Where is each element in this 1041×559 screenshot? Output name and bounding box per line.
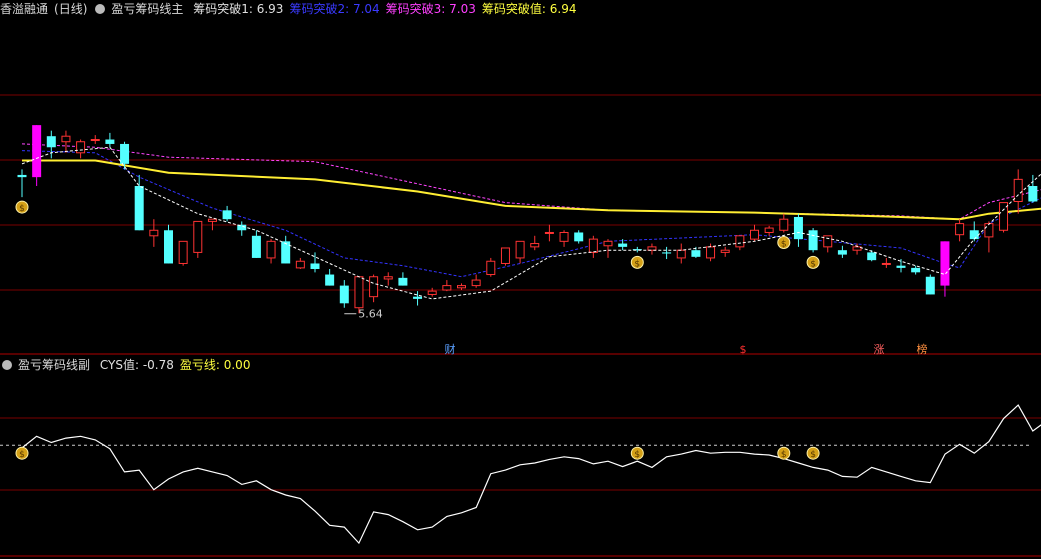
candle-body xyxy=(706,246,716,259)
candle-body xyxy=(266,240,276,259)
coin-icon-glyph: $ xyxy=(810,450,816,460)
candle-body xyxy=(823,235,833,248)
event-marker: 榜 xyxy=(917,342,928,356)
candle-body xyxy=(530,243,540,248)
candle-body xyxy=(471,279,481,287)
yellow-ma-line xyxy=(22,159,1041,221)
candle-body xyxy=(105,139,115,144)
event-marker: $ xyxy=(740,343,747,356)
candle-body xyxy=(427,290,437,295)
candle-body xyxy=(793,216,803,240)
candle-body xyxy=(339,285,349,304)
candle-body xyxy=(90,139,100,142)
candle-body xyxy=(515,240,525,259)
candle-body xyxy=(779,218,789,231)
blue-ma-line xyxy=(21,150,1041,278)
coin-icon-glyph: $ xyxy=(634,450,640,460)
candle-body xyxy=(676,249,686,259)
candle-body xyxy=(17,174,27,178)
candle-body xyxy=(164,230,173,264)
white-ma-line xyxy=(21,146,1041,300)
candle-body xyxy=(647,246,657,251)
chart-canvas: $$$$8.055.64财$涨榜$$$$ xyxy=(0,94,1041,557)
candle-body xyxy=(193,220,203,253)
candle-body xyxy=(764,227,774,233)
candle-body xyxy=(618,243,628,247)
event-marker: 涨 xyxy=(874,343,885,356)
candle-body xyxy=(925,276,935,295)
candle-body xyxy=(837,250,847,255)
candle-body xyxy=(442,285,452,291)
coin-icon-glyph: $ xyxy=(781,450,787,460)
candle-body xyxy=(295,260,305,269)
candle-body xyxy=(457,285,466,289)
candle-body xyxy=(969,230,979,240)
candle-body xyxy=(383,276,393,280)
coin-icon-glyph: $ xyxy=(19,204,25,214)
candle-body xyxy=(588,238,598,253)
candle-body xyxy=(32,125,42,178)
candle-body xyxy=(413,296,423,299)
candle-body xyxy=(852,246,862,251)
candle-body xyxy=(881,262,891,265)
candle-body xyxy=(544,231,554,234)
candle-body xyxy=(354,276,364,309)
coin-icon-glyph: $ xyxy=(634,259,640,269)
candle-body xyxy=(735,235,745,248)
candle-body xyxy=(662,252,672,254)
coin-icon-glyph: $ xyxy=(19,450,25,460)
coin-icon-glyph: $ xyxy=(810,259,816,269)
candle-body xyxy=(896,265,906,268)
candle-body xyxy=(940,241,950,286)
low-label: 5.64 xyxy=(358,308,383,321)
candle-body xyxy=(486,260,496,276)
candle-body xyxy=(500,247,510,264)
candle-body xyxy=(46,136,56,148)
candle-body xyxy=(691,250,701,257)
candle-body xyxy=(207,218,217,222)
candle-body xyxy=(1013,178,1023,202)
candle-body xyxy=(310,263,320,269)
candle-body xyxy=(750,229,759,240)
candle-body xyxy=(955,223,965,236)
candle-body xyxy=(574,232,584,242)
candle-body xyxy=(398,277,408,286)
candle-body xyxy=(149,229,159,237)
candle-body xyxy=(134,186,144,231)
candle-body xyxy=(251,235,261,258)
candle-body xyxy=(911,267,921,273)
candle-body xyxy=(61,135,71,143)
candle-body xyxy=(325,274,335,286)
candle-body xyxy=(808,230,818,251)
candle-body xyxy=(369,276,379,298)
candle-body xyxy=(76,141,86,154)
candle-body xyxy=(178,240,188,264)
candle-body xyxy=(720,249,730,253)
cys-line xyxy=(21,404,1041,545)
candle-body xyxy=(984,223,994,238)
candle-body xyxy=(603,240,613,247)
candle-body xyxy=(222,210,232,220)
candle-body xyxy=(559,231,569,242)
candle-body xyxy=(281,241,291,264)
coin-icon-glyph: $ xyxy=(781,239,787,249)
candle-body xyxy=(120,143,130,164)
candle-body xyxy=(1028,186,1038,202)
candle-body xyxy=(867,252,877,261)
event-marker: 财 xyxy=(445,342,456,356)
